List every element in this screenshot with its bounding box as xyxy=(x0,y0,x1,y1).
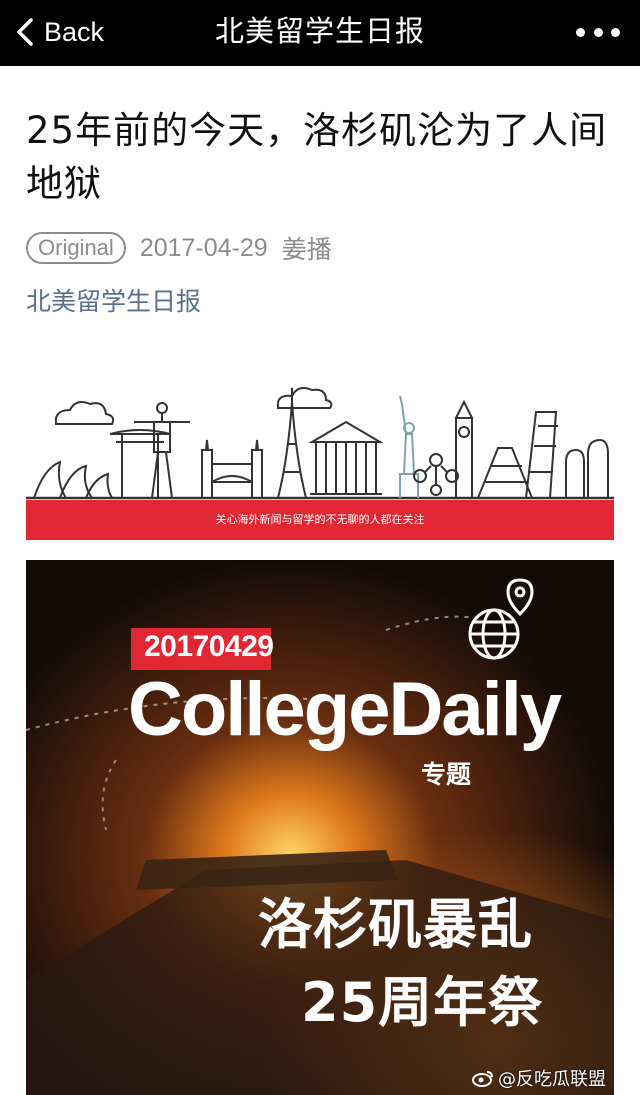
account-link[interactable]: 北美留学生日报 xyxy=(26,282,201,318)
banner-slogan: 关心海外新闻与留学的不无聊的人都在关注 xyxy=(26,500,614,540)
brand-logo-text: CollegeDaily xyxy=(128,667,562,752)
article-title: 25年前的今天，洛杉矶沦为了人间地狱 xyxy=(26,109,608,205)
original-badge: Original xyxy=(26,232,126,264)
back-button[interactable]: Back xyxy=(14,12,104,52)
landmarks-banner: 关心海外新闻与留学的不无聊的人都在关注 xyxy=(26,372,614,544)
author: 姜播 xyxy=(281,235,332,264)
watermark-text: @反吃瓜联盟 xyxy=(498,1069,606,1090)
special-label: 专题 xyxy=(421,760,472,789)
cover-headline-line2: 25周年祭 xyxy=(301,971,544,1034)
cover-image: 20170429 CollegeDaily 专题 洛杉矶暴乱 25周年祭 @反吃… xyxy=(26,560,614,1095)
article-meta: Original 2017-04-29 姜播 xyxy=(26,230,332,266)
more-dots-icon[interactable] xyxy=(576,22,620,42)
cover-headline-line1: 洛杉矶暴乱 xyxy=(258,893,533,956)
globe-pin-icon xyxy=(468,578,534,660)
back-label: Back xyxy=(44,16,105,47)
chevron-left-icon xyxy=(17,18,33,46)
date-tag: 20170429 xyxy=(144,630,274,663)
publish-date: 2017-04-29 xyxy=(139,233,268,262)
world-landmarks-illustration xyxy=(26,387,614,500)
nav-bar: Back 北美留学生日报 xyxy=(0,0,640,66)
weibo-watermark: @反吃瓜联盟 xyxy=(472,1065,606,1091)
weibo-icon xyxy=(472,1071,493,1087)
